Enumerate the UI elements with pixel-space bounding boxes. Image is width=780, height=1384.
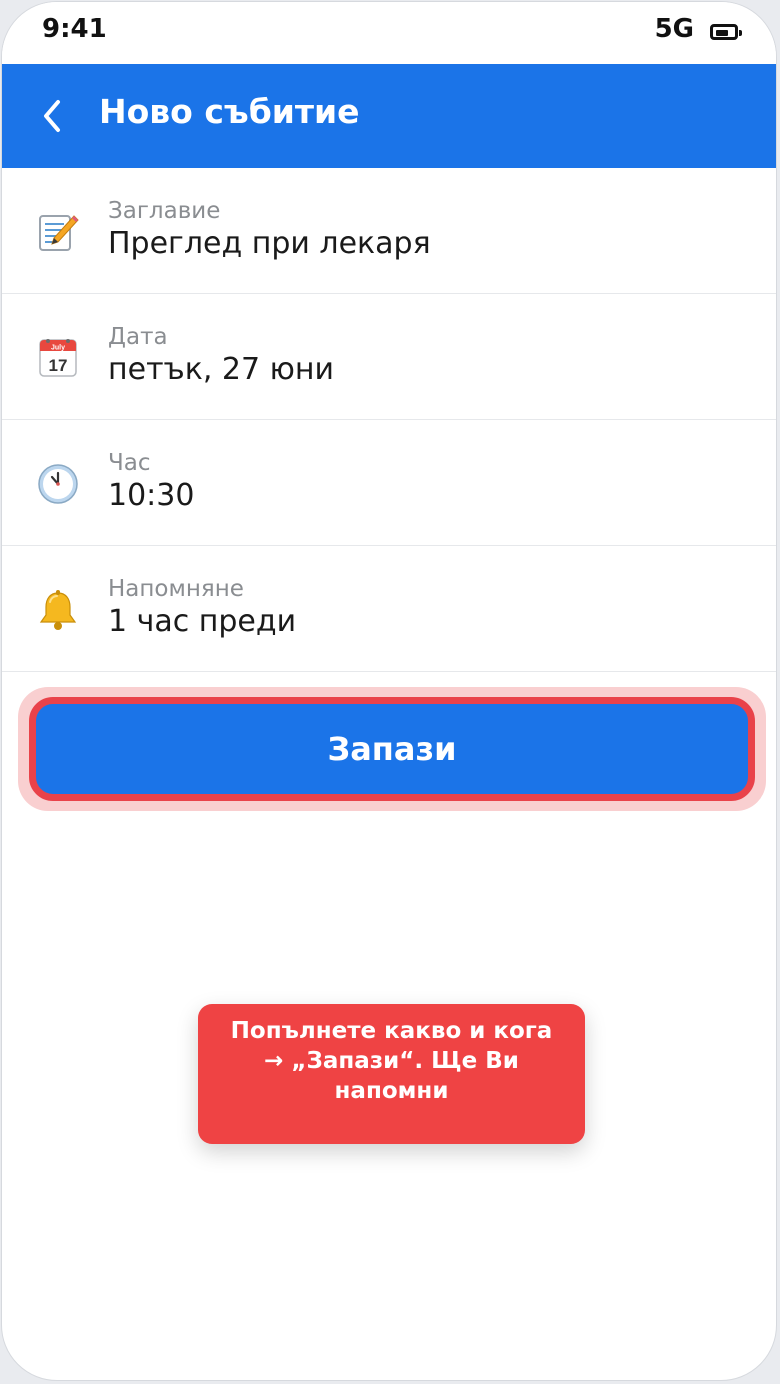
title-value: Преглед при лекаря [108,226,431,261]
calendar-icon: July 17 [39,339,77,377]
title-label: Заглавие [108,198,221,224]
form-row-reminder[interactable]: Напомняне 1 час преди [2,546,776,672]
calendar-icon-day: 17 [49,356,68,375]
back-button[interactable] [32,90,82,142]
time-label: Час [108,450,151,476]
battery-icon [710,24,742,40]
reminder-label: Напомняне [108,576,244,602]
form-row-time[interactable]: Час 10:30 [2,420,776,546]
save-button-highlight: Запази [18,687,766,811]
save-button[interactable]: Запази [29,697,755,801]
date-value: петък, 27 юни [108,352,335,387]
bell-icon [39,590,77,630]
status-bar: 9:41 5G [2,2,776,64]
app-bar: Ново събитие [2,64,776,168]
phone-screen: 9:41 5G Ново събитие Заглавие Преглед пр… [1,1,777,1381]
chevron-left-icon [44,100,60,132]
reminder-value: 1 час преди [108,604,297,639]
date-label: Дата [108,324,168,350]
network-indicator: 5G [654,14,694,44]
time-value: 10:30 [108,478,195,513]
status-time: 9:41 [42,14,107,44]
clock-icon [38,464,78,504]
event-form: Заглавие Преглед при лекаря July 17 Дата… [2,168,776,672]
memo-icon [39,215,79,251]
page-title: Ново събитие [99,92,360,131]
form-row-date[interactable]: July 17 Дата петък, 27 юни [2,294,776,420]
calendar-icon-month: July [51,345,65,352]
form-row-title[interactable]: Заглавие Преглед при лекаря [2,168,776,294]
hint-tooltip: Попълнете какво и кога → „Запази“. Ще Ви… [198,1004,585,1144]
